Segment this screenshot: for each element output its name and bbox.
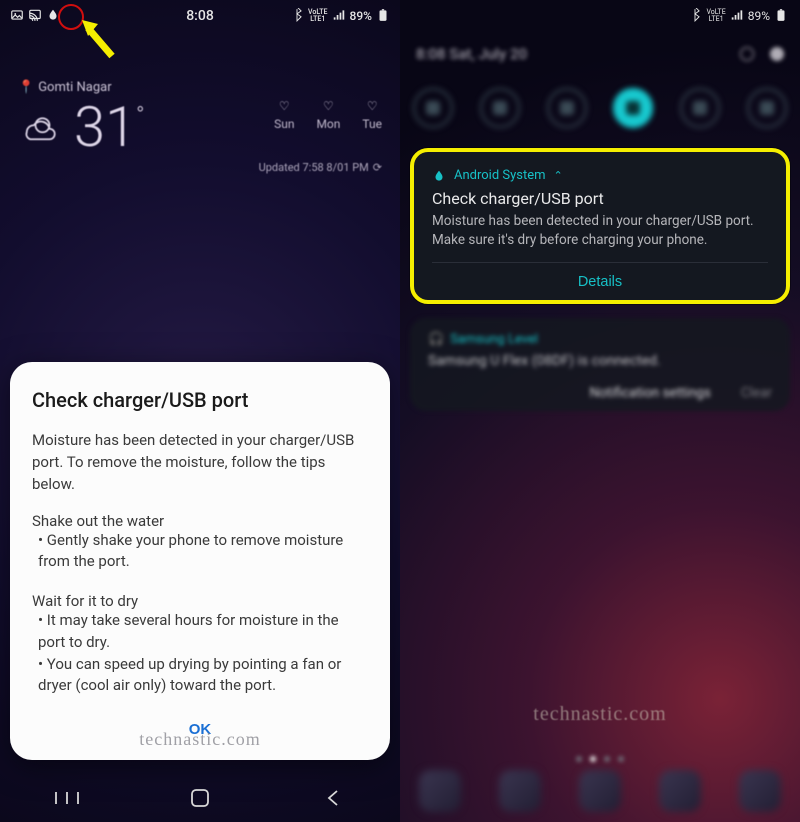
qs-toggle-active[interactable] <box>613 88 653 128</box>
qs-toggle[interactable] <box>680 88 720 128</box>
shade-header: 8:08 Sat, July 20 <box>416 42 784 66</box>
watermark: technastic.com <box>139 729 260 750</box>
dock-app[interactable] <box>499 770 541 812</box>
notification-source: Android System ⌃ <box>432 168 768 183</box>
volte-indicator: VoLTELTE1 <box>308 9 327 23</box>
dock-app[interactable] <box>419 770 461 812</box>
status-bar-right: VoLTELTE1 89% <box>400 0 800 32</box>
moisture-notification[interactable]: Android System ⌃ Check charger/USB port … <box>410 148 790 304</box>
dialog-bullet: • It may take several hours for moisture… <box>32 610 368 654</box>
bluetooth-icon <box>290 8 304 25</box>
moisture-icon <box>46 8 60 25</box>
chevron-up-icon[interactable]: ⌃ <box>554 169 563 182</box>
clock: 8:08 <box>186 8 214 24</box>
weather-location: 📍 Gomti Nagar <box>18 80 382 95</box>
dock-app[interactable] <box>659 770 701 812</box>
volte-indicator: VoLTELTE1 <box>706 9 725 23</box>
watermark: technastic.com <box>533 703 666 726</box>
weather-temp: 31° <box>74 99 144 155</box>
home-button[interactable] <box>160 783 240 813</box>
moisture-dialog: Check charger/USB port Moisture has been… <box>10 362 390 760</box>
details-button[interactable]: Details <box>578 274 622 290</box>
picture-icon <box>10 8 24 25</box>
heart-icon: ♡ <box>367 99 378 113</box>
weather-icon <box>18 106 60 148</box>
water-drop-icon <box>432 169 446 183</box>
battery-icon <box>376 8 390 25</box>
page-indicator <box>576 756 624 762</box>
dock <box>400 766 800 816</box>
dialog-bullet: • You can speed up drying by pointing a … <box>32 654 368 698</box>
dialog-title: Check charger/USB port <box>32 388 368 412</box>
clear-button[interactable]: Clear <box>741 385 772 401</box>
pin-icon: 📍 <box>18 80 34 95</box>
refresh-icon[interactable]: ⟳ <box>373 161 382 174</box>
nav-bar <box>0 774 400 822</box>
heart-icon: ♡ <box>323 99 334 113</box>
dialog-intro: Moisture has been detected in your charg… <box>32 430 368 495</box>
status-bar-left: 8:08 VoLTELTE1 89% <box>0 0 400 32</box>
weather-widget[interactable]: 📍 Gomti Nagar 31° ♡Sun ♡Mon ♡Tue Updated… <box>18 80 382 174</box>
settings-icon[interactable] <box>770 47 784 61</box>
quick-settings <box>400 80 800 136</box>
cast-icon <box>28 8 42 25</box>
heart-icon: ♡ <box>279 99 290 113</box>
dialog-section-1: Shake out the water <box>32 512 368 530</box>
dock-app[interactable] <box>739 770 781 812</box>
notification-body: Samsung U Flex (08DF) is connected. <box>428 353 772 369</box>
dialog-section-2: Wait for it to dry <box>32 592 368 610</box>
battery-pct: 89% <box>748 9 770 23</box>
secondary-notification[interactable]: 🎧 Samsung Level Samsung U Flex (08DF) is… <box>410 318 790 411</box>
back-button[interactable] <box>293 783 373 813</box>
signal-icon <box>332 8 346 25</box>
left-screenshot: 8:08 VoLTELTE1 89% 📍 Gomti Nagar <box>0 0 400 822</box>
forecast-days: ♡Sun ♡Mon ♡Tue <box>274 99 382 131</box>
bluetooth-icon <box>688 8 702 25</box>
weather-updated: Updated 7:58 8/01 PM⟳ <box>18 161 382 174</box>
notification-source: 🎧 Samsung Level <box>428 332 772 347</box>
recents-button[interactable] <box>27 783 107 813</box>
signal-icon <box>730 8 744 25</box>
battery-pct: 89% <box>350 9 372 23</box>
shade-datetime: 8:08 Sat, July 20 <box>416 45 527 63</box>
qs-toggle[interactable] <box>413 88 453 128</box>
notification-body: Moisture has been detected in your charg… <box>432 212 768 250</box>
notification-settings-button[interactable]: Notification settings <box>589 385 710 401</box>
dock-app[interactable] <box>579 770 621 812</box>
battery-icon <box>774 8 788 25</box>
dialog-bullet: • Gently shake your phone to remove mois… <box>32 530 368 574</box>
notification-title: Check charger/USB port <box>432 189 768 208</box>
qs-toggle[interactable] <box>480 88 520 128</box>
qs-toggle[interactable] <box>547 88 587 128</box>
search-icon[interactable] <box>740 47 754 61</box>
headphone-icon: 🎧 <box>428 332 444 347</box>
right-screenshot: VoLTELTE1 89% 8:08 Sat, July 20 Android … <box>400 0 800 822</box>
qs-toggle[interactable] <box>747 88 787 128</box>
